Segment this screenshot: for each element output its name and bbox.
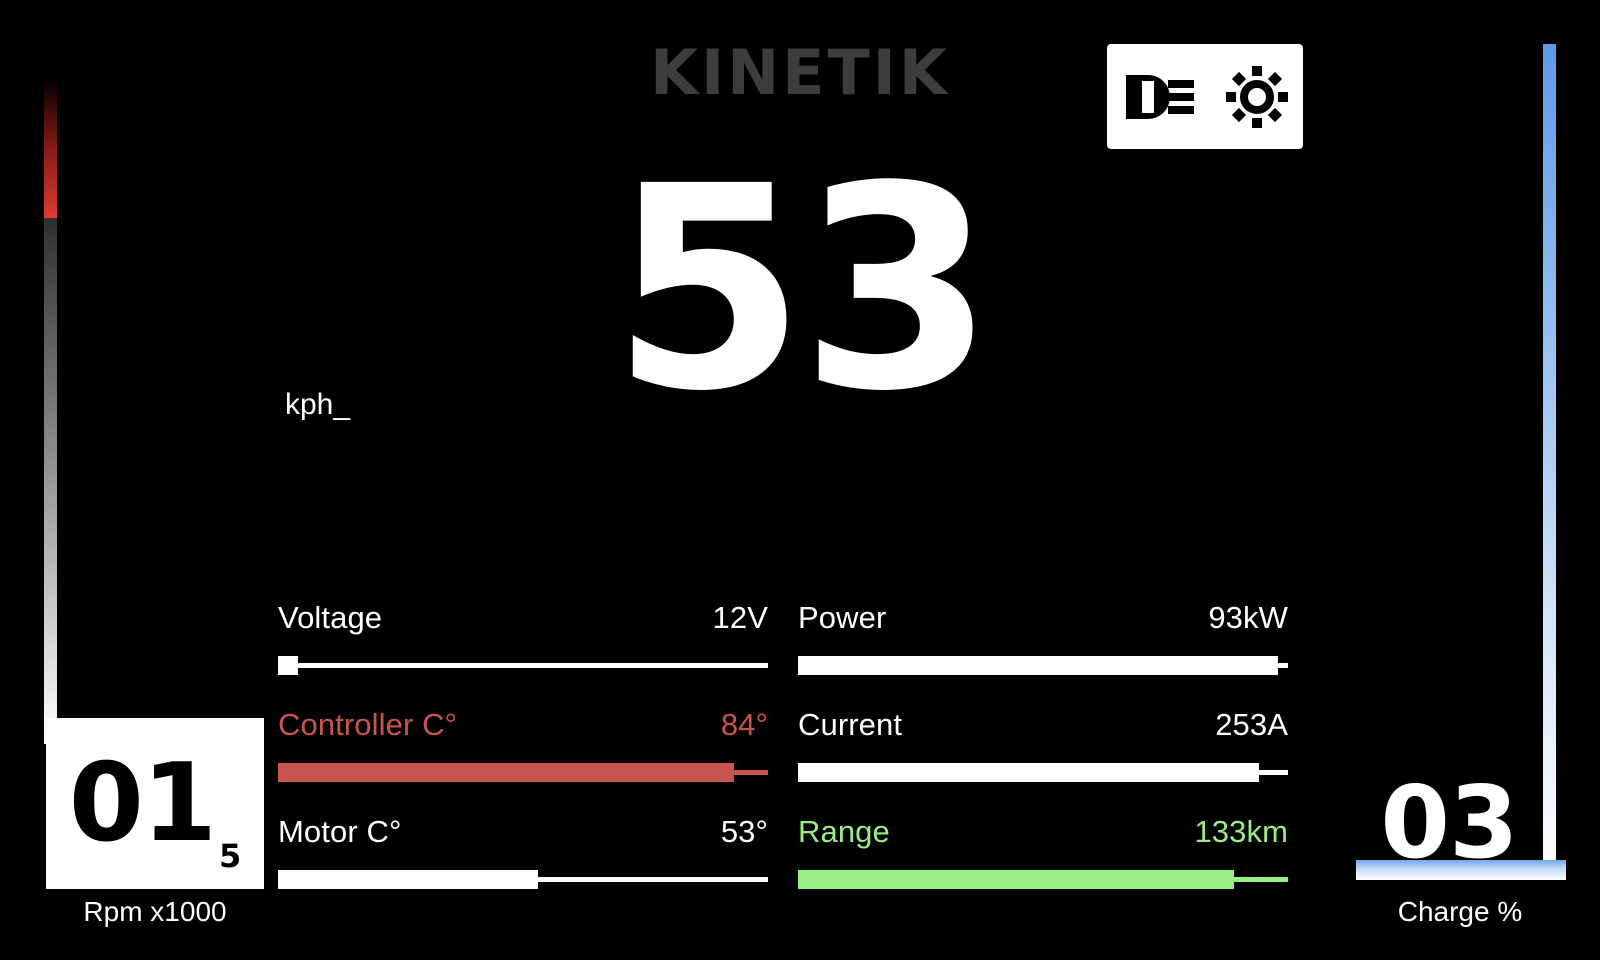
metric-bar-track [278,870,768,889]
rpm-decimal: 5 [219,837,242,875]
metric-bar-fill [798,870,1235,889]
metric-bar-fill [278,763,734,782]
metric-header: Controller C° 84° [278,705,768,745]
rpm-caption: Rpm x1000 [83,896,227,927]
metric-bar-fill [798,656,1279,675]
metric-bar-track [278,656,768,675]
metric-label: Current [798,707,903,742]
charge-caption: Charge % [1397,896,1523,927]
lights-indicator-panel[interactable] [1107,44,1303,149]
metric-current: Current 253A [798,705,1288,812]
metric-header: Motor C° 53° [278,812,768,852]
metric-header: Current 253A [798,705,1288,745]
metric-controller-c: Controller C° 84° [278,705,768,812]
dashboard-screen: KINETIK 53 kph_ Voltage 12V Power 93kW C… [0,0,1600,960]
brightness-sun-icon[interactable] [1225,65,1289,129]
metric-header: Power 93kW [798,598,1288,638]
metric-value: 84° [720,707,768,742]
metric-voltage: Voltage 12V [278,598,768,705]
metric-bar-track [278,763,768,782]
speed-unit-label: kph_ [285,388,351,421]
metric-power: Power 93kW [798,598,1288,705]
metric-bar-track [798,763,1288,782]
rpm-value: 01 [68,740,217,866]
metric-label: Voltage [278,600,383,635]
metric-value: 53° [720,814,768,849]
metric-header: Voltage 12V [278,598,768,638]
metric-label: Motor C° [278,814,402,849]
metric-value: 133km [1194,814,1288,849]
metric-bar-fill [278,870,538,889]
metric-value: 253A [1215,707,1288,742]
metric-motor-c: Motor C° 53° [278,812,768,919]
metric-bar-track [798,870,1288,889]
rpm-indicator: 01 5 [46,718,264,889]
metric-bar-fill [798,763,1259,782]
metric-bar-track [798,656,1288,675]
metric-label: Controller C° [278,707,458,742]
metric-value: 93kW [1208,600,1288,635]
brand-logo: KINETIK [650,36,950,109]
metric-bar-fill [278,656,298,675]
charge-level-bar [1356,860,1566,880]
speed-readout: 53 [611,127,995,453]
metric-label: Range [798,814,890,849]
metrics-grid: Voltage 12V Power 93kW Controller C° 84° Curre… [278,598,1288,898]
metric-value: 12V [712,600,768,635]
metric-label: Power [798,600,887,635]
headlight-low-beam-icon[interactable] [1122,69,1196,125]
charge-indicator: 03 [1356,764,1542,881]
metric-range: Range 133km [798,812,1288,919]
charge-value: 03 [1380,764,1518,881]
metric-header: Range 133km [798,812,1288,852]
